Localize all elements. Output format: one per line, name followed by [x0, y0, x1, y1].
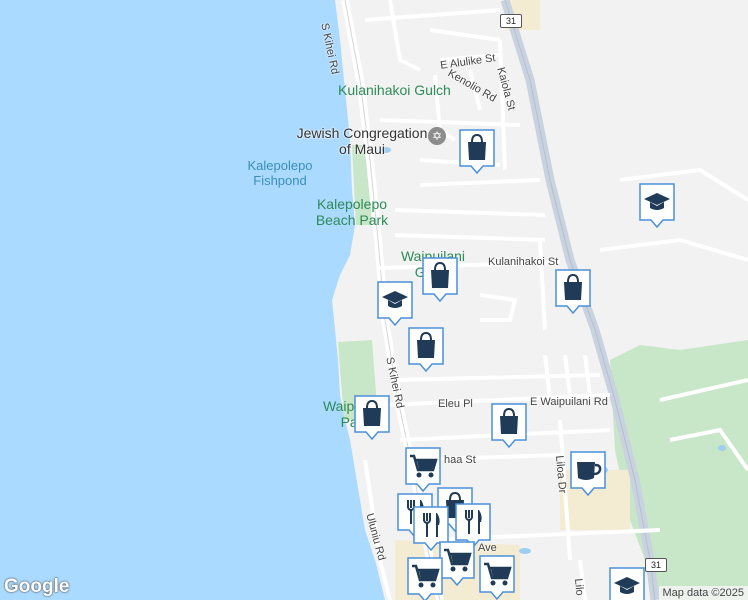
marker-shopping[interactable]: [490, 402, 528, 449]
marker-grocery[interactable]: [406, 556, 444, 600]
marker-grocery[interactable]: [404, 446, 442, 493]
jewish-congregation-label[interactable]: Jewish Congregation of Maui: [292, 125, 432, 157]
marker-school[interactable]: [638, 182, 676, 229]
street-label-kulanihakoi: Kulanihakoi St: [488, 256, 559, 268]
street-label-ohaa: haa St: [444, 454, 476, 466]
marker-shopping[interactable]: [554, 268, 592, 315]
kalepolepo-beach-park-label[interactable]: Kalepolepo Beach Park: [312, 196, 392, 228]
kulanihakoi-gulch-label: Kulanihakoi Gulch: [338, 82, 451, 98]
marker-shopping[interactable]: [421, 256, 459, 303]
marker-shopping[interactable]: [353, 394, 391, 441]
marker-school[interactable]: [608, 566, 646, 600]
marker-shopping[interactable]: [458, 128, 496, 175]
street-label-eleu: Eleu Pl: [438, 398, 473, 410]
map-view[interactable]: Kulanihakoi Gulch Jewish Congregation of…: [0, 0, 748, 600]
route-31-shield: 31: [645, 558, 667, 572]
google-logo[interactable]: Google: [4, 576, 69, 598]
marker-school[interactable]: [376, 280, 414, 327]
marker-grocery[interactable]: [478, 554, 516, 600]
kalepolepo-fishpond-label: Kalepolepo Fishpond: [247, 158, 313, 188]
route-31-shield: 31: [500, 14, 522, 28]
map-attribution[interactable]: Map data ©2025: [658, 586, 748, 600]
street-label-lilo: Lilo: [572, 578, 586, 597]
marker-cafe[interactable]: [569, 450, 607, 497]
synagogue-icon[interactable]: ✡: [428, 127, 446, 145]
ocean: [0, 0, 385, 600]
marker-shopping[interactable]: [407, 326, 445, 373]
street-label-e-waipuilani: E Waipuilani Rd: [530, 396, 608, 408]
